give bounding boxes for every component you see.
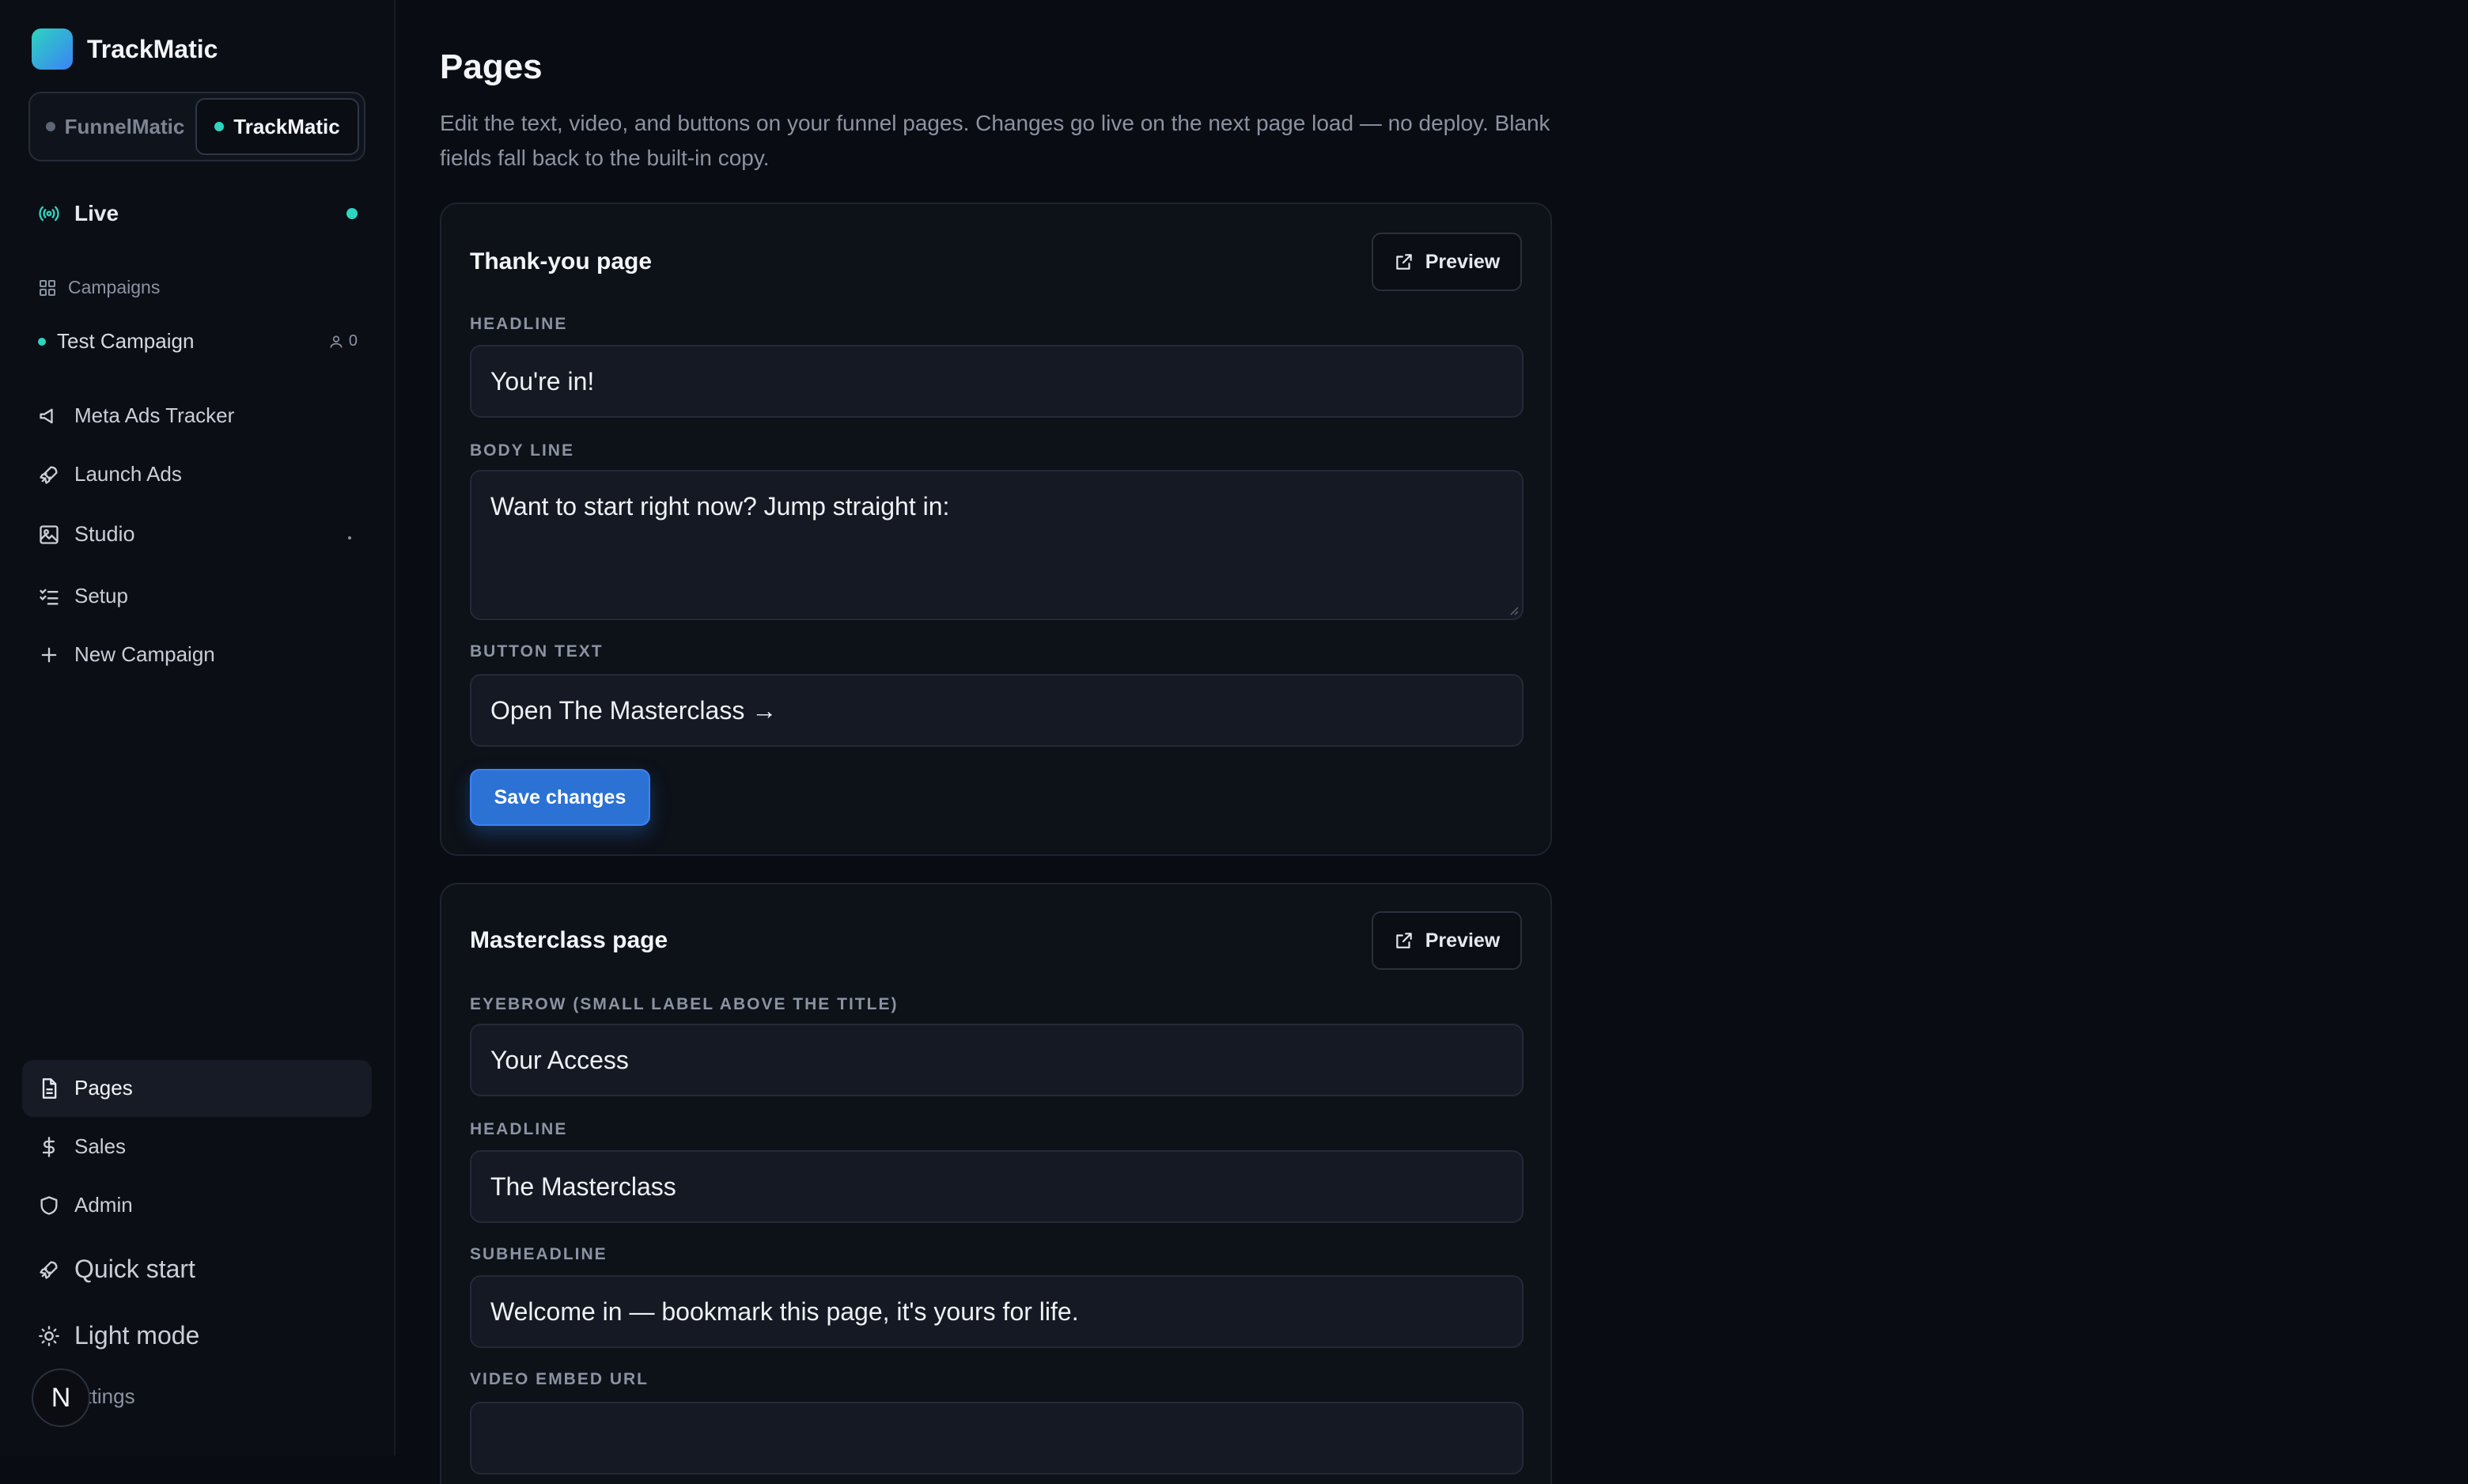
sidebar-item-sales[interactable]: Sales — [38, 1134, 126, 1159]
switch-funnelmatic-label: FunnelMatic — [64, 114, 185, 138]
external-link-icon — [1395, 933, 1412, 948]
body-line-value: Want to start right now? Jump straight i… — [490, 492, 950, 521]
field-label: HEADLINE — [470, 315, 568, 333]
grid-icon — [40, 279, 55, 296]
status-dot — [214, 122, 225, 131]
campaign-count-value: 0 — [348, 332, 358, 350]
sidebar-item-meta-ads[interactable]: Meta Ads Tracker — [38, 403, 234, 428]
campaign-item[interactable]: Test Campaign 0 — [38, 329, 358, 354]
save-changes-button[interactable]: Save changes — [470, 769, 650, 826]
sun-icon — [39, 1325, 59, 1346]
switch-funnelmatic[interactable]: FunnelMatic — [35, 98, 195, 155]
studio-indicator — [348, 536, 351, 539]
checklist-icon — [40, 589, 59, 604]
sidebar-item-label: Light mode — [74, 1321, 200, 1350]
body-line-textarea[interactable]: Want to start right now? Jump straight i… — [470, 470, 1524, 620]
app-switcher: FunnelMatic TrackMatic — [28, 92, 365, 161]
sidebar-item-studio[interactable]: Studio — [38, 522, 135, 547]
campaigns-label: Campaigns — [68, 277, 161, 297]
preview-button[interactable]: Preview — [1372, 911, 1522, 970]
campaigns-section-label[interactable]: Campaigns — [38, 277, 160, 298]
brand-name: TrackMatic — [87, 34, 218, 63]
sidebar-item-launch-ads[interactable]: Launch Ads — [38, 462, 182, 486]
sidebar-item-live[interactable]: Live — [38, 201, 358, 226]
sidebar-item-label: New Campaign — [74, 642, 215, 666]
sidebar-item-label: Pages — [74, 1076, 133, 1100]
card-title: Thank-you page — [470, 248, 653, 274]
page-title: Pages — [440, 47, 543, 86]
sidebar-item-label: Quick start — [74, 1255, 195, 1283]
field-label: EYEBROW (SMALL LABEL ABOVE THE TITLE) — [470, 995, 899, 1013]
field-label: SUBHEADLINE — [470, 1245, 608, 1263]
external-link-icon — [1395, 254, 1412, 270]
rocket-icon — [40, 466, 58, 484]
avatar[interactable]: N — [32, 1369, 90, 1427]
card-title: Masterclass page — [470, 927, 668, 953]
brand[interactable]: TrackMatic — [32, 28, 218, 70]
field-label: HEADLINE — [470, 1120, 568, 1138]
headline-input[interactable]: You're in! — [470, 345, 1524, 418]
page-description: Edit the text, video, and buttons on you… — [440, 111, 1550, 170]
sidebar-item-live-label: Live — [74, 201, 119, 225]
sidebar-item-label: Meta Ads Tracker — [74, 403, 235, 427]
user-icon — [330, 335, 343, 348]
image-edit-icon — [40, 524, 59, 544]
sidebar-item-label: Admin — [74, 1193, 133, 1217]
campaign-status-dot — [38, 337, 46, 346]
headline-input[interactable]: The Masterclass — [470, 1150, 1524, 1223]
switch-trackmatic[interactable]: TrackMatic — [195, 98, 359, 155]
field-label: BODY LINE — [470, 441, 574, 460]
sidebar-item-admin[interactable]: Admin — [38, 1193, 133, 1217]
shield-icon — [40, 1195, 58, 1215]
thankyou-card: Thank-you page Preview HEADLINE You're i… — [440, 203, 1552, 856]
sidebar-item-label: Sales — [74, 1134, 127, 1158]
sidebar-item-label: Setup — [74, 584, 128, 608]
sidebar-item-label: Studio — [74, 522, 135, 546]
video-embed-url-input[interactable] — [470, 1402, 1524, 1475]
megaphone-icon — [40, 408, 53, 423]
plus-icon — [41, 647, 57, 662]
campaign-name: Test Campaign — [57, 329, 195, 353]
sidebar-item-light-mode[interactable]: Light mode — [38, 1321, 199, 1350]
preview-button[interactable]: Preview — [1372, 233, 1522, 291]
sidebar: TrackMatic FunnelMatic TrackMatic Live C… — [0, 0, 396, 1456]
preview-label: Preview — [1425, 929, 1501, 952]
live-status-dot — [346, 208, 358, 219]
sidebar-item-label: Launch Ads — [74, 462, 182, 486]
button-text-input[interactable]: Open The Masterclass → — [470, 674, 1524, 747]
preview-label: Preview — [1425, 250, 1501, 273]
document-icon — [42, 1077, 57, 1099]
field-label: VIDEO EMBED URL — [470, 1370, 649, 1388]
campaign-member-count: 0 — [328, 332, 358, 350]
sidebar-item-quick-start[interactable]: Quick start — [38, 1255, 195, 1284]
status-dot — [45, 122, 55, 131]
sidebar-item-new-campaign[interactable]: New Campaign — [38, 642, 215, 667]
rocket-icon — [40, 1261, 58, 1279]
switch-trackmatic-label: TrackMatic — [233, 114, 340, 138]
eyebrow-input[interactable]: Your Access — [470, 1024, 1524, 1096]
dollar-icon — [42, 1136, 55, 1157]
sidebar-item-pages[interactable]: Pages — [38, 1076, 133, 1100]
masterclass-card: Masterclass page Preview EYEBROW (SMALL … — [440, 883, 1552, 1484]
resize-handle-icon[interactable] — [1508, 604, 1519, 615]
subheadline-input[interactable]: Welcome in — bookmark this page, it's yo… — [470, 1275, 1524, 1348]
sidebar-item-setup[interactable]: Setup — [38, 584, 128, 608]
brand-logo — [32, 28, 73, 70]
field-label: BUTTON TEXT — [470, 642, 604, 661]
broadcast-icon — [39, 206, 59, 221]
